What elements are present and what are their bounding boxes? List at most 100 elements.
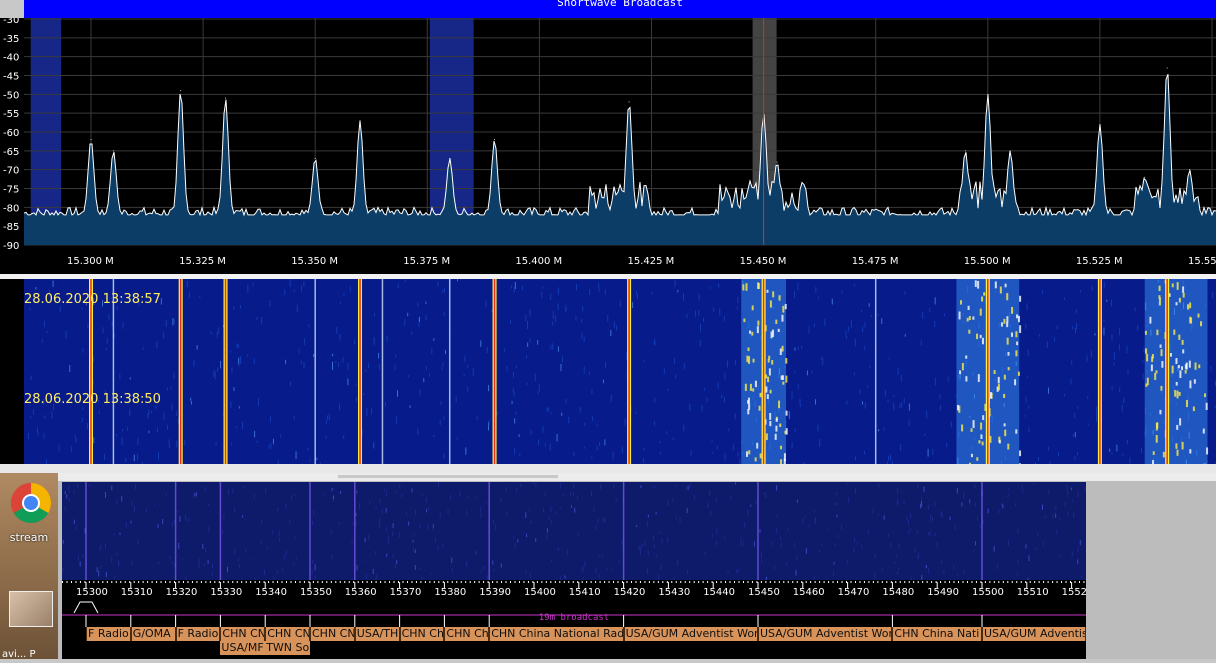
mini-noise [435, 538, 436, 543]
station-label[interactable]: USA/TH [355, 627, 400, 641]
mini-noise [379, 499, 380, 504]
station-label[interactable]: USA/GUM Adventist World Radio [982, 627, 1086, 641]
mini-noise [1022, 491, 1023, 493]
chrome-icon[interactable] [10, 482, 52, 528]
mini-noise [756, 501, 757, 505]
noise-speckle [408, 375, 409, 377]
station-label[interactable]: CHN China Nati [892, 627, 982, 641]
secondary-window-titlebar[interactable] [58, 473, 1216, 481]
station-label[interactable]: F Radio [176, 627, 221, 641]
mini-noise [158, 562, 159, 565]
noise-speckle [258, 398, 259, 406]
signal-speckle [1193, 406, 1195, 411]
mini-noise [901, 491, 902, 493]
noise-speckle [269, 300, 270, 307]
mini-waterfall-panel[interactable]: 1530015310153201533015340153501536015370… [62, 482, 1086, 659]
station-label[interactable]: USA/MF [220, 641, 265, 655]
station-label[interactable]: G/OMA [131, 627, 176, 641]
desktop-icon-label-2[interactable]: avi... P [2, 649, 36, 660]
noise-speckle [724, 396, 725, 402]
mini-noise [481, 569, 482, 571]
mini-noise [935, 502, 936, 507]
signal-speckle [1000, 287, 1002, 294]
mini-scale-dot [980, 581, 981, 583]
mini-noise [199, 563, 200, 568]
wide-signal [1145, 279, 1208, 464]
station-label[interactable]: TWN So [265, 641, 310, 655]
noise-speckle [310, 459, 311, 461]
mini-noise [677, 560, 678, 566]
waterfall-display[interactable]: 28.06.2020 13:38:5728.06.2020 13:38:50 [0, 279, 1216, 464]
spectrum-display[interactable]: -30-35-40-45-50-55-60-65-70-75-80-85-901… [0, 18, 1216, 274]
station-label[interactable]: USA/GUM Adventist Wor [624, 627, 758, 641]
mini-noise [688, 486, 689, 490]
mini-noise [686, 487, 687, 490]
mini-noise [595, 525, 596, 530]
signal-speckle [1016, 314, 1018, 318]
mini-noise [117, 553, 118, 557]
mini-noise [910, 513, 911, 518]
noise-speckle [433, 435, 434, 437]
signal-speckle [746, 451, 748, 457]
noise-speckle [365, 370, 366, 372]
noise-speckle [893, 403, 894, 411]
mini-noise [653, 535, 654, 541]
noise-speckle [395, 354, 396, 357]
noise-speckle [354, 339, 355, 344]
signal-speckle [1179, 370, 1181, 378]
mini-scale-dot [779, 581, 780, 583]
signal-speckle [1177, 391, 1179, 399]
noise-speckle [622, 446, 623, 453]
noise-speckle [854, 284, 855, 287]
noise-speckle [1076, 309, 1077, 313]
scrollbar-thumb[interactable] [338, 475, 558, 478]
mini-scale-dot [362, 581, 363, 583]
mini-noise [988, 509, 989, 514]
mini-scale-dot [210, 581, 211, 583]
station-label[interactable]: CHN China National Rad [489, 627, 623, 641]
mini-noise [836, 492, 837, 496]
noise-speckle [704, 388, 705, 391]
signal-speckle [1182, 340, 1184, 345]
station-label[interactable]: CHN CN [220, 627, 265, 641]
signal-speckle [981, 296, 983, 301]
noise-speckle [75, 435, 76, 439]
mini-noise [208, 503, 209, 506]
station-label[interactable]: USA/GUM Adventist Wor [758, 627, 892, 641]
mini-freq-label: 15390 [479, 587, 511, 598]
image-file-icon[interactable] [9, 591, 53, 627]
mini-noise [515, 543, 516, 548]
mini-noise [506, 487, 507, 492]
mini-noise [466, 510, 467, 516]
signal-speckle [1015, 331, 1017, 337]
mini-scale-dot [102, 581, 103, 583]
mini-noise [475, 496, 476, 499]
mini-scale-dot [187, 581, 188, 583]
station-label[interactable]: F Radio [86, 627, 131, 641]
mini-noise [754, 541, 755, 546]
noise-speckle [172, 403, 173, 410]
noise-speckle [30, 415, 31, 418]
noise-speckle [350, 286, 351, 292]
noise-speckle [654, 341, 655, 344]
station-label[interactable]: CHN CN [310, 627, 355, 641]
splitter-2[interactable] [0, 464, 1216, 473]
mini-freq-label: 15320 [166, 587, 198, 598]
mini-scale-dot [555, 581, 556, 583]
mini-noise [923, 486, 924, 492]
mini-scale-dot [165, 581, 166, 583]
station-label[interactable]: CHN Ch [444, 627, 489, 641]
spectrum-plot[interactable]: -30-35-40-45-50-55-60-65-70-75-80-85-901… [0, 18, 1216, 274]
mini-noise [897, 571, 898, 575]
desktop-icon-label[interactable]: stream [0, 531, 58, 544]
mini-noise [774, 565, 775, 570]
mini-scale-dot [66, 581, 67, 583]
mini-noise [452, 568, 453, 573]
mini-scale-dot [1034, 581, 1035, 583]
station-label[interactable]: CHN CN [265, 627, 310, 641]
noise-speckle [878, 314, 879, 316]
waterfall-plot[interactable]: 28.06.2020 13:38:5728.06.2020 13:38:50 [0, 279, 1216, 464]
mini-noise [459, 491, 460, 497]
noise-speckle [332, 362, 333, 370]
station-label[interactable]: CHN Ch [400, 627, 445, 641]
